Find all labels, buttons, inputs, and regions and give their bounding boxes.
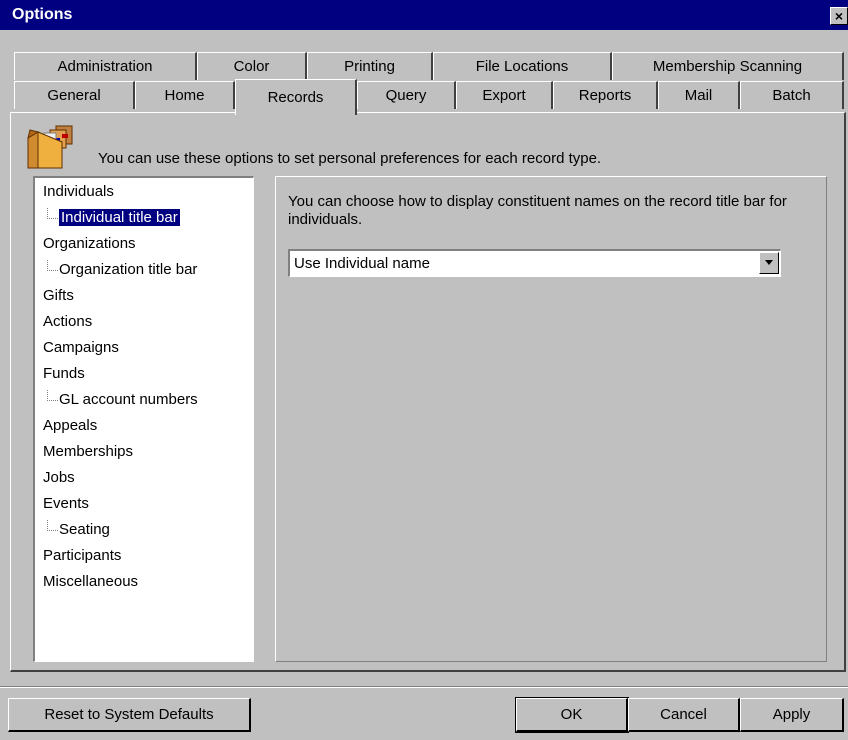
detail-pane: You can choose how to display constituen…: [275, 176, 827, 662]
tree-item-participants[interactable]: Participants: [43, 546, 121, 566]
tree-item-actions[interactable]: Actions: [43, 312, 92, 332]
tab-export[interactable]: Export: [456, 81, 553, 109]
separator: [0, 686, 848, 688]
reset-defaults-button[interactable]: Reset to System Defaults: [8, 698, 251, 732]
tree-item-funds[interactable]: Funds: [43, 364, 85, 384]
tab-reports[interactable]: Reports: [553, 81, 658, 109]
tree-item-gl-account-numbers[interactable]: GL account numbers: [47, 390, 198, 410]
tab-color[interactable]: Color: [197, 52, 307, 80]
tree-connector: [47, 520, 58, 531]
window-title: Options: [12, 6, 73, 23]
tree-item-appeals[interactable]: Appeals: [43, 416, 97, 436]
tab-membership-scanning[interactable]: Membership Scanning: [612, 52, 844, 80]
tab-records[interactable]: Records: [235, 79, 357, 115]
dropdown-arrow-icon: [765, 260, 773, 265]
intro-text: You can use these options to set persona…: [98, 150, 602, 167]
tab-home[interactable]: Home: [135, 81, 235, 109]
tree-item-organization-title-bar[interactable]: Organization title bar: [47, 260, 197, 280]
close-icon: ×: [834, 8, 844, 24]
tree-item-events[interactable]: Events: [43, 494, 89, 514]
tab-batch[interactable]: Batch: [740, 81, 844, 109]
tab-printing[interactable]: Printing: [307, 52, 433, 80]
window-titlebar: Options ×: [0, 0, 848, 30]
title-bar-name-select[interactable]: Use Individual name: [288, 249, 781, 277]
detail-description: You can choose how to display constituen…: [288, 193, 787, 228]
cancel-button[interactable]: Cancel: [628, 698, 740, 732]
close-button[interactable]: ×: [830, 7, 848, 25]
select-value: Use Individual name: [294, 255, 430, 272]
tree-item-memberships[interactable]: Memberships: [43, 442, 133, 462]
tab-mail[interactable]: Mail: [658, 81, 740, 109]
tree-item-jobs[interactable]: Jobs: [43, 468, 75, 488]
tree-item-campaigns[interactable]: Campaigns: [43, 338, 119, 358]
tab-general[interactable]: General: [14, 81, 135, 109]
tree-connector: [47, 260, 58, 271]
apply-button[interactable]: Apply: [740, 698, 844, 732]
dropdown-button[interactable]: [759, 252, 779, 274]
tree-item-individual-title-bar[interactable]: Individual title bar: [47, 208, 181, 228]
tree-item-gifts[interactable]: Gifts: [43, 286, 74, 306]
tab-query[interactable]: Query: [357, 81, 456, 109]
tree-item-seating[interactable]: Seating: [47, 520, 110, 540]
tree-item-individuals[interactable]: Individuals: [43, 182, 114, 202]
tree-connector: [47, 390, 58, 401]
folder-icon: [27, 125, 73, 169]
tree-item-organizations[interactable]: Organizations: [43, 234, 136, 254]
tab-file-locations[interactable]: File Locations: [433, 52, 612, 80]
tab-administration[interactable]: Administration: [14, 52, 197, 80]
tree-item-miscellaneous[interactable]: Miscellaneous: [43, 572, 138, 592]
ok-button[interactable]: OK: [515, 697, 629, 733]
record-type-tree[interactable]: Individuals Individual title bar Organiz…: [33, 176, 254, 662]
tree-connector: [47, 208, 58, 219]
